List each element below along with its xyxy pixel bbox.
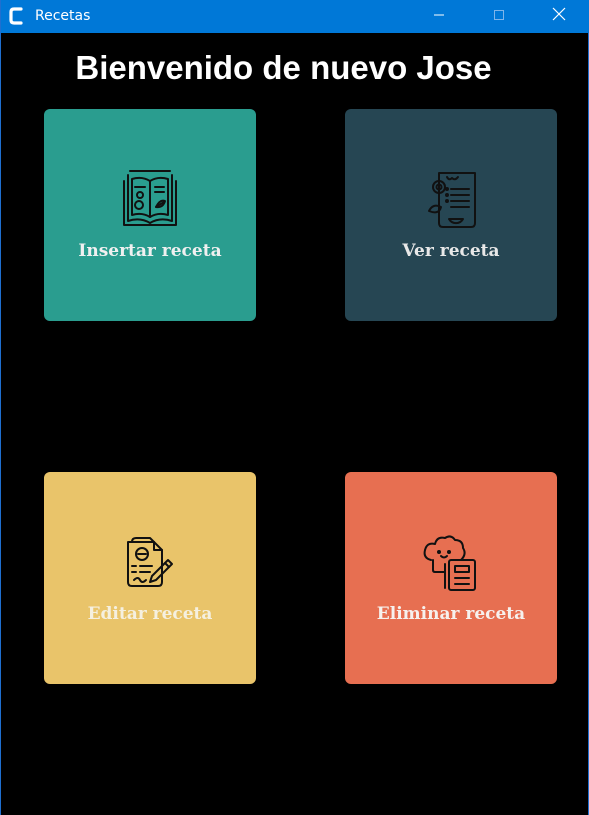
insert-recipe-label: Insertar receta bbox=[78, 241, 222, 261]
chef-recipe-icon bbox=[345, 530, 557, 594]
minimize-icon bbox=[433, 8, 445, 26]
minimize-button[interactable] bbox=[416, 0, 462, 33]
close-button[interactable] bbox=[536, 0, 582, 33]
welcome-heading: Bienvenido de nuevo Jose bbox=[75, 49, 492, 86]
view-recipe-button[interactable]: Ver receta bbox=[345, 109, 557, 321]
insert-recipe-button[interactable]: Insertar receta bbox=[44, 109, 256, 321]
edit-recipe-label: Editar receta bbox=[87, 604, 213, 624]
delete-recipe-button[interactable]: Eliminar receta bbox=[345, 472, 557, 684]
view-recipe-label: Ver receta bbox=[402, 241, 500, 261]
window-title: Recetas bbox=[35, 8, 91, 24]
edit-recipe-button[interactable]: Editar receta bbox=[44, 472, 256, 684]
app-window: Recetas Bienvenido de nuevo Jose Inserta… bbox=[0, 0, 589, 815]
edit-recipe-icon bbox=[44, 530, 256, 594]
recipe-list-icon bbox=[345, 167, 557, 231]
maximize-button[interactable] bbox=[476, 0, 522, 33]
recipe-book-icon bbox=[44, 167, 256, 231]
close-icon bbox=[552, 7, 566, 26]
maximize-icon bbox=[493, 8, 505, 26]
delete-recipe-label: Eliminar receta bbox=[376, 604, 526, 624]
title-bar[interactable]: Recetas bbox=[1, 0, 589, 33]
app-c-icon bbox=[9, 6, 23, 26]
